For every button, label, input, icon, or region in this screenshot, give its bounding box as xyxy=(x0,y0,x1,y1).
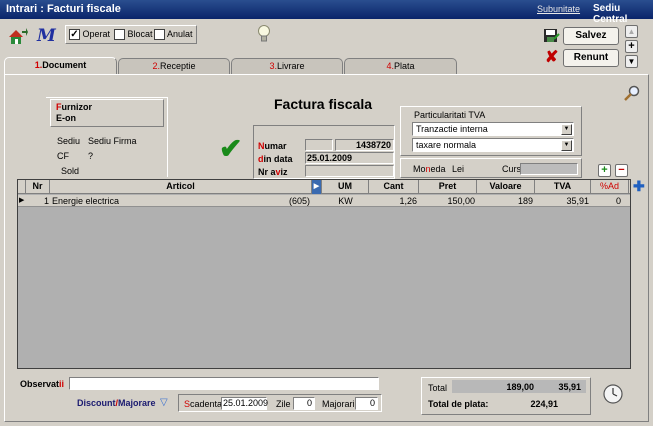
blocat-checkbox[interactable]: Blocat xyxy=(114,29,153,41)
supplier-button[interactable]: Furnizor E-on xyxy=(50,99,164,127)
cancel-button[interactable]: Renunt xyxy=(563,49,619,67)
tab-plata[interactable]: 4.Plata xyxy=(344,58,457,74)
col-cant[interactable]: Cant xyxy=(369,180,419,194)
col-tva[interactable]: TVA xyxy=(535,180,591,194)
sediu-value: Sediu Firma xyxy=(88,136,137,146)
add-row-icon[interactable]: + xyxy=(598,164,611,177)
curs-label: Curs xyxy=(502,164,522,174)
grid-header: Nr Articol ▶ UM Cant Pret Valoare TVA %A… xyxy=(18,180,630,194)
col-articol[interactable]: Articol xyxy=(50,180,312,194)
observatii-field[interactable] xyxy=(69,377,379,390)
expand-arrow-icon[interactable]: ▶ xyxy=(312,180,322,194)
tva-title: Particularitati TVA xyxy=(414,110,486,120)
anulat-checkbox[interactable]: Anulat xyxy=(154,29,193,41)
lightbulb-icon[interactable] xyxy=(257,24,271,44)
total-value: 189,00 xyxy=(506,382,534,392)
supplier-name: E-on xyxy=(56,113,76,123)
numar-series-field[interactable] xyxy=(305,139,333,151)
scadenta-field[interactable]: 25.01.2009 xyxy=(221,397,268,410)
col-valoare[interactable]: Valoare xyxy=(477,180,535,194)
data-field[interactable]: 25.01.2009 xyxy=(305,152,394,164)
arrow-up-icon[interactable]: ▲ xyxy=(625,25,638,38)
cf-label: CF xyxy=(57,151,69,161)
clock-icon[interactable] xyxy=(602,383,624,405)
zile-label: Zile xyxy=(276,399,291,409)
table-row[interactable]: ▶ 1 Energie electrica (605) KW 1,26 150,… xyxy=(18,195,630,207)
subunit-label[interactable]: Subunitate xyxy=(537,4,580,14)
col-ad[interactable]: %Ad xyxy=(591,180,629,194)
chevron-down-icon[interactable]: ▽ xyxy=(160,397,168,408)
save-button[interactable]: Salvez xyxy=(563,27,619,45)
aviz-field[interactable] xyxy=(305,165,394,177)
total-label: Total xyxy=(428,383,448,393)
moneda-value: Lei xyxy=(452,164,465,174)
chevron-down-icon[interactable]: ▼ xyxy=(561,140,572,151)
cf-value: ? xyxy=(88,151,94,161)
majorari-label: Majorari xyxy=(322,399,355,409)
operat-checkbox[interactable]: ✓ Operat xyxy=(69,29,110,41)
tva-select-2[interactable]: taxare normala ▼ xyxy=(412,138,574,152)
col-um[interactable]: UM xyxy=(322,180,369,194)
window-title: Intrari : Facturi fiscale xyxy=(6,3,121,15)
tab-livrare[interactable]: 3.Livrare xyxy=(231,58,343,74)
save-icon[interactable] xyxy=(542,27,560,45)
valid-check-icon: ✔ xyxy=(219,133,243,164)
curs-field[interactable] xyxy=(520,163,578,175)
tab-document[interactable]: 1.Document xyxy=(4,57,117,75)
cell-code: (605) xyxy=(288,196,310,206)
majorari-field[interactable]: 0 xyxy=(355,397,378,410)
sediu-label: Sediu xyxy=(57,136,81,146)
chevron-down-icon[interactable]: ▼ xyxy=(561,124,572,135)
plata-label: Total de plata: xyxy=(428,399,489,409)
numar-field[interactable]: 1438720 xyxy=(335,139,394,151)
search-icon[interactable] xyxy=(623,85,641,103)
col-nr[interactable]: Nr xyxy=(26,180,50,194)
cell-articol: Energie electrica xyxy=(52,196,120,206)
cell-cant: 1,26 xyxy=(399,196,417,206)
subunit-value: Sediu Central xyxy=(593,3,628,25)
arrow-down-icon[interactable]: ▼ xyxy=(625,55,638,68)
cell-pret: 150,00 xyxy=(447,196,475,206)
zile-field[interactable]: 0 xyxy=(293,397,315,410)
col-pret[interactable]: Pret xyxy=(419,180,477,194)
status-checkbox-group: ✓ Operat Blocat Anulat xyxy=(65,25,197,44)
tva-select-1[interactable]: Tranzactie interna ▼ xyxy=(412,122,574,136)
tab-receptie[interactable]: 2.Receptie xyxy=(118,58,230,74)
invoice-title: Factura fiscala xyxy=(274,96,373,112)
total-tva: 35,91 xyxy=(558,382,581,392)
cell-valoare: 189 xyxy=(517,196,533,206)
cancel-x-icon[interactable]: ✘ xyxy=(545,50,561,67)
plus-nav-icon[interactable]: + xyxy=(625,40,638,53)
cell-um: KW xyxy=(338,196,353,206)
sold-label: Sold xyxy=(61,166,80,176)
cell-ad: 0 xyxy=(615,196,621,206)
cell-tva: 35,91 xyxy=(566,196,589,206)
discount-link[interactable]: Discount/Majorare xyxy=(77,398,156,408)
articles-grid[interactable]: Nr Articol ▶ UM Cant Pret Valoare TVA %A… xyxy=(17,179,631,369)
remove-row-icon[interactable]: − xyxy=(615,164,628,177)
cell-nr: 1 xyxy=(43,196,49,206)
title-bar: Intrari : Facturi fiscale Subunitate Sed… xyxy=(0,0,653,25)
row-pointer-icon: ▶ xyxy=(19,197,25,204)
plata-value: 224,91 xyxy=(530,399,558,409)
add-column-icon[interactable]: ✚ xyxy=(633,179,645,193)
home-icon[interactable] xyxy=(7,27,29,45)
m-logo-icon[interactable]: M xyxy=(37,26,59,46)
